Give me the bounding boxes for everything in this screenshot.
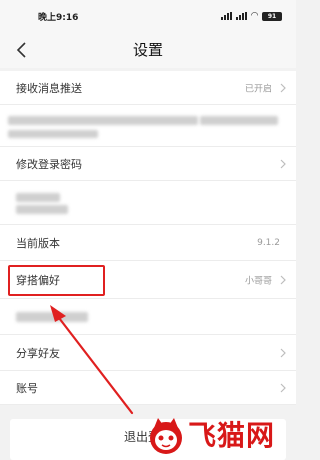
- watermark-logo: 飞猫网: [148, 414, 288, 460]
- watermark-text: 飞猫网: [188, 419, 276, 452]
- cat-logo-icon: [150, 418, 182, 454]
- annotation-arrow: [50, 305, 134, 415]
